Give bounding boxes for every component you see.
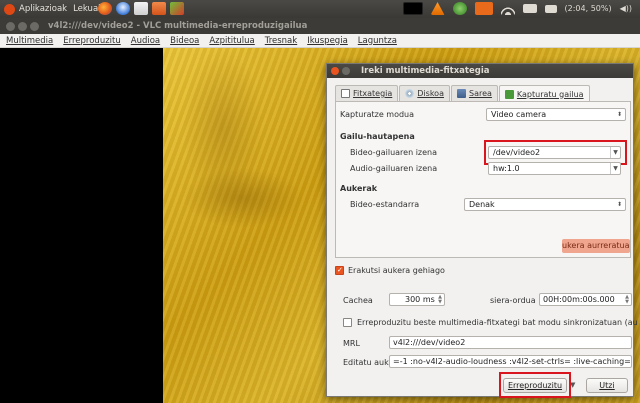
start-time-spinbox[interactable]: 00H:00m:00s.000 ▲ ▼: [539, 293, 632, 306]
app-icon[interactable]: [170, 2, 184, 15]
black-window-icon[interactable]: [402, 2, 423, 15]
sync-checkbox[interactable]: [343, 318, 352, 327]
edit-options-value: =-1 :no-v4l2-audio-loudness :v4l2-set-ct…: [393, 357, 632, 366]
battery-icon[interactable]: [544, 4, 557, 13]
orange-app-icon[interactable]: [474, 2, 493, 15]
applications-menu[interactable]: Aplikazioak: [19, 4, 67, 14]
edit-options-label: Editatu auke: [343, 358, 394, 367]
tab-capture-label: Kapturatu gailua: [516, 89, 584, 99]
video-standard-value: Denak: [469, 200, 495, 209]
capture-mode-value: Video camera: [491, 110, 547, 119]
updown-arrow-icon: ⬍: [616, 201, 622, 208]
capture-card-icon: [504, 89, 514, 99]
document-icon[interactable]: [134, 2, 148, 15]
menu-tools[interactable]: Tresnak: [265, 36, 297, 46]
highlight-play-button: [499, 372, 571, 398]
tracker-icon[interactable]: [452, 2, 467, 15]
show-more-checkbox[interactable]: [335, 266, 344, 275]
advanced-options-button[interactable]: ukera aurreratuak: [562, 239, 630, 253]
volume-icon[interactable]: ◀)): [620, 4, 632, 13]
menu-help[interactable]: Laguntza: [358, 36, 397, 46]
maximize-window-icon[interactable]: [30, 21, 39, 31]
battery-status: (2:04, 50%): [564, 4, 612, 13]
tab-disc[interactable]: Diskoa: [399, 85, 450, 101]
minimize-window-icon[interactable]: [18, 21, 27, 31]
video-device-label: Bideo-gailuaren izena: [350, 148, 438, 157]
top-panel: Aplikazioak Lekuak (2:04, 50%) ◀)): [0, 0, 640, 18]
network-icon: [456, 89, 466, 98]
wifi-icon[interactable]: [500, 2, 515, 15]
show-more-label: Erakutsi aukera gehiago: [348, 266, 445, 275]
mrl-value: v4l2:///dev/video2: [393, 338, 466, 347]
dialog-close-icon[interactable]: [331, 67, 339, 75]
dialog-title: Ireki multimedia-fitxategia: [361, 66, 490, 76]
menu-video[interactable]: Bideoa: [170, 36, 199, 46]
cache-spinbox[interactable]: 300 ms ▲ ▼: [389, 293, 445, 306]
mail-icon[interactable]: [522, 4, 537, 13]
open-media-dialog: Ireki multimedia-fitxategia Fitxategia D…: [326, 63, 638, 398]
menu-media[interactable]: Multimedia: [6, 36, 53, 46]
dialog-title-bar: Ireki multimedia-fitxategia: [327, 64, 633, 78]
edit-options-field[interactable]: =-1 :no-v4l2-audio-loudness :v4l2-set-ct…: [389, 355, 632, 368]
tab-network[interactable]: Sarea: [450, 85, 498, 101]
tab-file[interactable]: Fitxategia: [335, 85, 399, 101]
capture-panel: Kapturatze modua Video camera ⬍ Gailu-ha…: [335, 101, 631, 258]
menu-bar: Multimedia Erreproduzitu Audioa Bideoa A…: [0, 34, 640, 48]
start-time-label: siera-ordua: [490, 296, 536, 305]
ubuntu-logo-icon: [4, 3, 15, 15]
start-time-value: 00H:00m:00s.000: [543, 295, 615, 304]
vlc-icon[interactable]: [430, 2, 445, 15]
video-standard-select[interactable]: Denak ⬍: [464, 198, 626, 211]
tab-file-label: Fitxategia: [353, 89, 393, 98]
firefox-icon[interactable]: [98, 2, 112, 15]
dialog-tabs: Fitxategia Diskoa Sarea Kapturatu gailua: [335, 85, 591, 102]
disc-icon: [405, 89, 415, 98]
options-section-title: Aukerak: [340, 184, 378, 193]
audio-device-value: hw:1.0: [493, 164, 520, 173]
capture-mode-label: Kapturatze modua: [340, 110, 415, 119]
cache-label: Cachea: [343, 296, 373, 305]
menu-view[interactable]: Ikuspegia: [307, 36, 348, 46]
mrl-field[interactable]: v4l2:///dev/video2: [389, 336, 632, 349]
cancel-button[interactable]: Utzi: [586, 378, 628, 393]
spin-arrows-icon[interactable]: ▲ ▼: [438, 295, 442, 305]
device-section-title: Gailu-hautapena: [340, 132, 415, 141]
window-title-bar: v4l2:///dev/video2 - VLC multimedia-erre…: [0, 18, 640, 34]
file-icon: [341, 89, 350, 98]
spin-arrows-icon[interactable]: ▲ ▼: [625, 295, 629, 305]
thunderbird-icon[interactable]: [116, 2, 130, 15]
tab-disc-label: Diskoa: [417, 89, 444, 98]
window-title: v4l2:///dev/video2 - VLC multimedia-erre…: [48, 21, 308, 31]
capture-mode-select[interactable]: Video camera ⬍: [486, 108, 626, 121]
dialog-minimize-icon[interactable]: [342, 67, 350, 75]
video-standard-label: Bideo-estandarra: [350, 200, 420, 209]
close-window-icon[interactable]: [6, 21, 15, 31]
audio-device-combo[interactable]: hw:1.0 ▼: [488, 162, 621, 175]
cache-value: 300 ms: [405, 295, 435, 304]
menu-subtitle[interactable]: Azpititulua: [209, 36, 254, 46]
sync-label: Erreproduzitu beste multimedia-fitxategi…: [357, 318, 638, 327]
menu-playback[interactable]: Erreproduzitu: [63, 36, 120, 46]
launcher-icons: [98, 2, 188, 15]
mrl-label: MRL: [343, 339, 360, 348]
tab-capture-device[interactable]: Kapturatu gailua: [498, 85, 590, 102]
dropdown-arrow-icon[interactable]: ▼: [610, 163, 620, 174]
system-tray: (2:04, 50%) ◀)): [402, 2, 632, 15]
updown-arrow-icon: ⬍: [616, 111, 622, 118]
tab-network-label: Sarea: [468, 89, 492, 98]
menu-audio[interactable]: Audioa: [131, 36, 160, 46]
folder-icon[interactable]: [152, 2, 166, 15]
audio-device-label: Audio-gailuaren izena: [350, 164, 438, 173]
